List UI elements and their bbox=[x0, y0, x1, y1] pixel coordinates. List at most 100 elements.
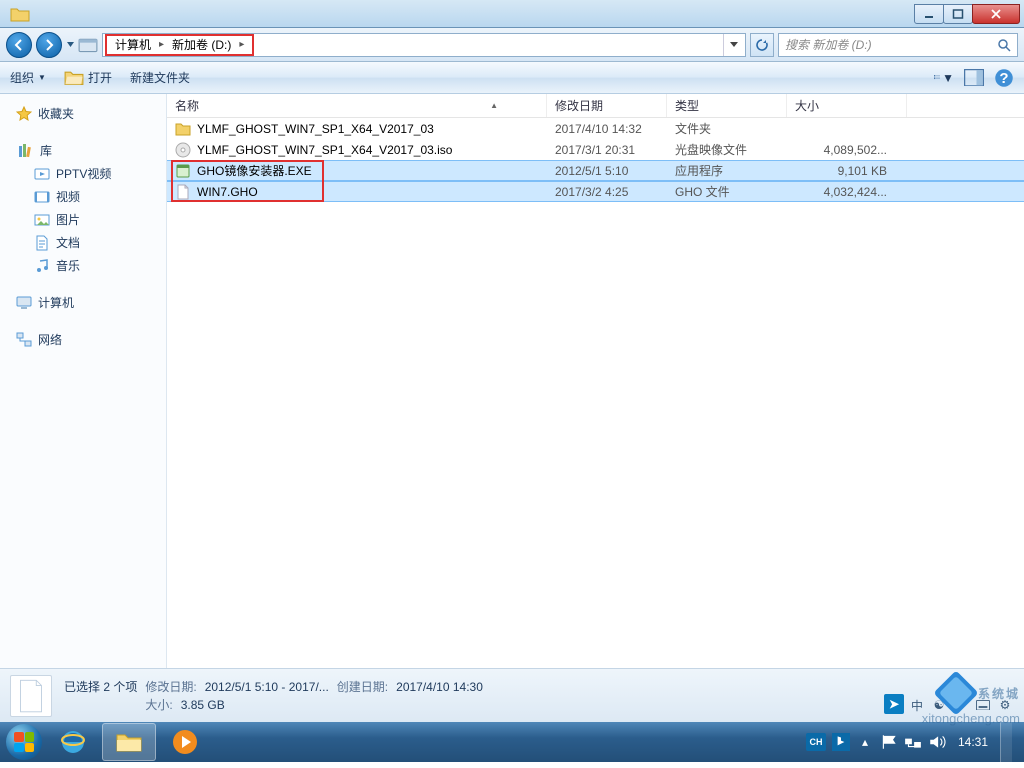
history-dropdown[interactable] bbox=[66, 37, 74, 53]
file-date: 2017/3/1 20:31 bbox=[547, 143, 667, 157]
navigation-bar: 计算机 ▸ 新加卷 (D:) ▸ 搜索 新加卷 (D:) bbox=[0, 28, 1024, 62]
search-placeholder: 搜索 新加卷 (D:) bbox=[785, 36, 872, 53]
forward-button[interactable] bbox=[36, 32, 62, 58]
help-button[interactable]: ? bbox=[994, 70, 1014, 86]
system-tray: CH ▴ 14:31 bbox=[806, 722, 1020, 762]
star-icon bbox=[16, 106, 32, 122]
file-icon bbox=[175, 184, 191, 200]
file-date: 2017/3/2 4:25 bbox=[547, 185, 667, 199]
library-icon bbox=[18, 143, 34, 159]
address-dropdown[interactable] bbox=[723, 34, 743, 56]
maximize-button[interactable] bbox=[943, 4, 973, 24]
ime-lang[interactable]: 中 bbox=[908, 696, 926, 714]
file-size: 9,101 KB bbox=[787, 164, 907, 178]
folder-icon bbox=[175, 121, 191, 137]
breadcrumb: 计算机 ▸ 新加卷 (D:) ▸ bbox=[105, 34, 254, 56]
file-name: YLMF_GHOST_WIN7_SP1_X64_V2017_03.iso bbox=[197, 143, 452, 157]
command-toolbar: 组织▼ 打开 新建文件夹 ▼ ? bbox=[0, 62, 1024, 94]
column-size[interactable]: 大小 bbox=[787, 94, 907, 117]
close-button[interactable] bbox=[972, 4, 1020, 24]
tray-volume-icon[interactable] bbox=[928, 733, 946, 751]
taskbar-ie[interactable] bbox=[46, 723, 100, 761]
main-content: 收藏夹 库 PPTV视频 视频 图片 文档 音乐 计算机 网络 bbox=[0, 94, 1024, 668]
network-icon bbox=[16, 332, 32, 348]
new-folder-button[interactable]: 新建文件夹 bbox=[130, 69, 190, 86]
address-icon bbox=[78, 35, 98, 55]
refresh-button[interactable] bbox=[750, 33, 774, 57]
sidebar-item-music[interactable]: 音乐 bbox=[0, 254, 166, 277]
sidebar-item-pictures[interactable]: 图片 bbox=[0, 208, 166, 231]
view-options-button[interactable]: ▼ bbox=[934, 70, 954, 86]
file-row[interactable]: YLMF_GHOST_WIN7_SP1_X64_V2017_03.iso 2017… bbox=[167, 139, 1024, 160]
breadcrumb-segment[interactable]: 计算机 bbox=[111, 36, 155, 53]
file-name: YLMF_GHOST_WIN7_SP1_X64_V2017_03 bbox=[197, 122, 434, 136]
minimize-button[interactable] bbox=[914, 4, 944, 24]
sidebar-item-documents[interactable]: 文档 bbox=[0, 231, 166, 254]
column-type[interactable]: 类型 bbox=[667, 94, 787, 117]
ime-keyboard-icon[interactable] bbox=[974, 696, 992, 714]
file-row[interactable]: WIN7.GHO 2017/3/2 4:25GHO 文件4,032,424... bbox=[167, 181, 1024, 202]
tray-bing-icon[interactable] bbox=[832, 733, 850, 751]
tray-lang-badge[interactable]: CH bbox=[806, 733, 826, 751]
column-name[interactable]: 名称▲ bbox=[167, 94, 547, 117]
column-date[interactable]: 修改日期 bbox=[547, 94, 667, 117]
breadcrumb-arrow-icon[interactable]: ▸ bbox=[155, 39, 168, 50]
file-row[interactable]: GHO镜像安装器.EXE 2012/5/1 5:10应用程序9,101 KB bbox=[167, 160, 1024, 181]
file-name: GHO镜像安装器.EXE bbox=[197, 162, 312, 179]
taskbar-mediaplayer[interactable] bbox=[158, 723, 212, 761]
music-icon bbox=[34, 258, 50, 274]
sidebar-network[interactable]: 网络 bbox=[0, 328, 166, 351]
taskbar-explorer[interactable] bbox=[102, 723, 156, 761]
taskbar: CH ▴ 14:31 bbox=[0, 722, 1024, 762]
preview-pane-button[interactable] bbox=[964, 70, 984, 86]
ime-punct-icon[interactable]: ☯ bbox=[930, 696, 948, 714]
tray-flag-icon[interactable] bbox=[880, 733, 898, 751]
title-bar bbox=[0, 0, 1024, 28]
status-details: 已选择 2 个项 修改日期:2012/5/1 5:10 - 2017/... 创… bbox=[64, 678, 483, 714]
back-button[interactable] bbox=[6, 32, 32, 58]
sidebar-item-video[interactable]: 视频 bbox=[0, 185, 166, 208]
status-selection: 已选择 2 个项 bbox=[64, 678, 137, 696]
file-type: 光盘映像文件 bbox=[667, 141, 787, 158]
open-button[interactable]: 打开 bbox=[64, 69, 112, 86]
status-bar: 已选择 2 个项 修改日期:2012/5/1 5:10 - 2017/... 创… bbox=[0, 668, 1024, 722]
sidebar-computer[interactable]: 计算机 bbox=[0, 291, 166, 314]
ime-badge[interactable]: ➤ bbox=[884, 694, 904, 714]
ime-settings-icon[interactable]: ⚙ bbox=[996, 696, 1014, 714]
file-size: 4,032,424... bbox=[787, 185, 907, 199]
sidebar-favorites[interactable]: 收藏夹 bbox=[0, 102, 166, 125]
file-name: WIN7.GHO bbox=[197, 185, 258, 199]
column-headers: 名称▲ 修改日期 类型 大小 bbox=[167, 94, 1024, 118]
tray-clock[interactable]: 14:31 bbox=[952, 735, 994, 749]
organize-menu[interactable]: 组织▼ bbox=[10, 69, 46, 86]
open-icon bbox=[64, 70, 84, 86]
status-thumbnail bbox=[10, 675, 52, 717]
status-tray: ➤ 中 ☯ ， ⚙ bbox=[884, 673, 1014, 718]
file-row[interactable]: YLMF_GHOST_WIN7_SP1_X64_V2017_03 2017/4/1… bbox=[167, 118, 1024, 139]
breadcrumb-arrow-icon[interactable]: ▸ bbox=[235, 39, 248, 50]
ime-comma-icon[interactable]: ， bbox=[952, 696, 970, 714]
pictures-icon bbox=[34, 212, 50, 228]
file-list[interactable]: 名称▲ 修改日期 类型 大小 YLMF_GHOST_WIN7_SP1_X64_V… bbox=[167, 94, 1024, 668]
show-desktop-button[interactable] bbox=[1000, 722, 1012, 762]
start-button[interactable] bbox=[4, 722, 44, 762]
sidebar-library[interactable]: 库 bbox=[0, 139, 166, 162]
video-icon bbox=[34, 189, 50, 205]
svg-text:?: ? bbox=[999, 70, 1008, 87]
file-date: 2012/5/1 5:10 bbox=[547, 164, 667, 178]
file-type: GHO 文件 bbox=[667, 183, 787, 200]
search-icon bbox=[997, 38, 1011, 52]
tray-arrow-icon[interactable]: ▴ bbox=[856, 733, 874, 751]
address-bar[interactable]: 计算机 ▸ 新加卷 (D:) ▸ bbox=[102, 33, 746, 57]
breadcrumb-segment[interactable]: 新加卷 (D:) bbox=[168, 36, 235, 53]
file-date: 2017/4/10 14:32 bbox=[547, 122, 667, 136]
file-type: 文件夹 bbox=[667, 120, 787, 137]
search-input[interactable]: 搜索 新加卷 (D:) bbox=[778, 33, 1018, 57]
tray-network-icon[interactable] bbox=[904, 733, 922, 751]
computer-icon bbox=[16, 295, 32, 311]
video-icon bbox=[34, 166, 50, 182]
document-icon bbox=[34, 235, 50, 251]
sidebar-item-pptv[interactable]: PPTV视频 bbox=[0, 162, 166, 185]
iso-icon bbox=[175, 142, 191, 158]
file-type: 应用程序 bbox=[667, 162, 787, 179]
